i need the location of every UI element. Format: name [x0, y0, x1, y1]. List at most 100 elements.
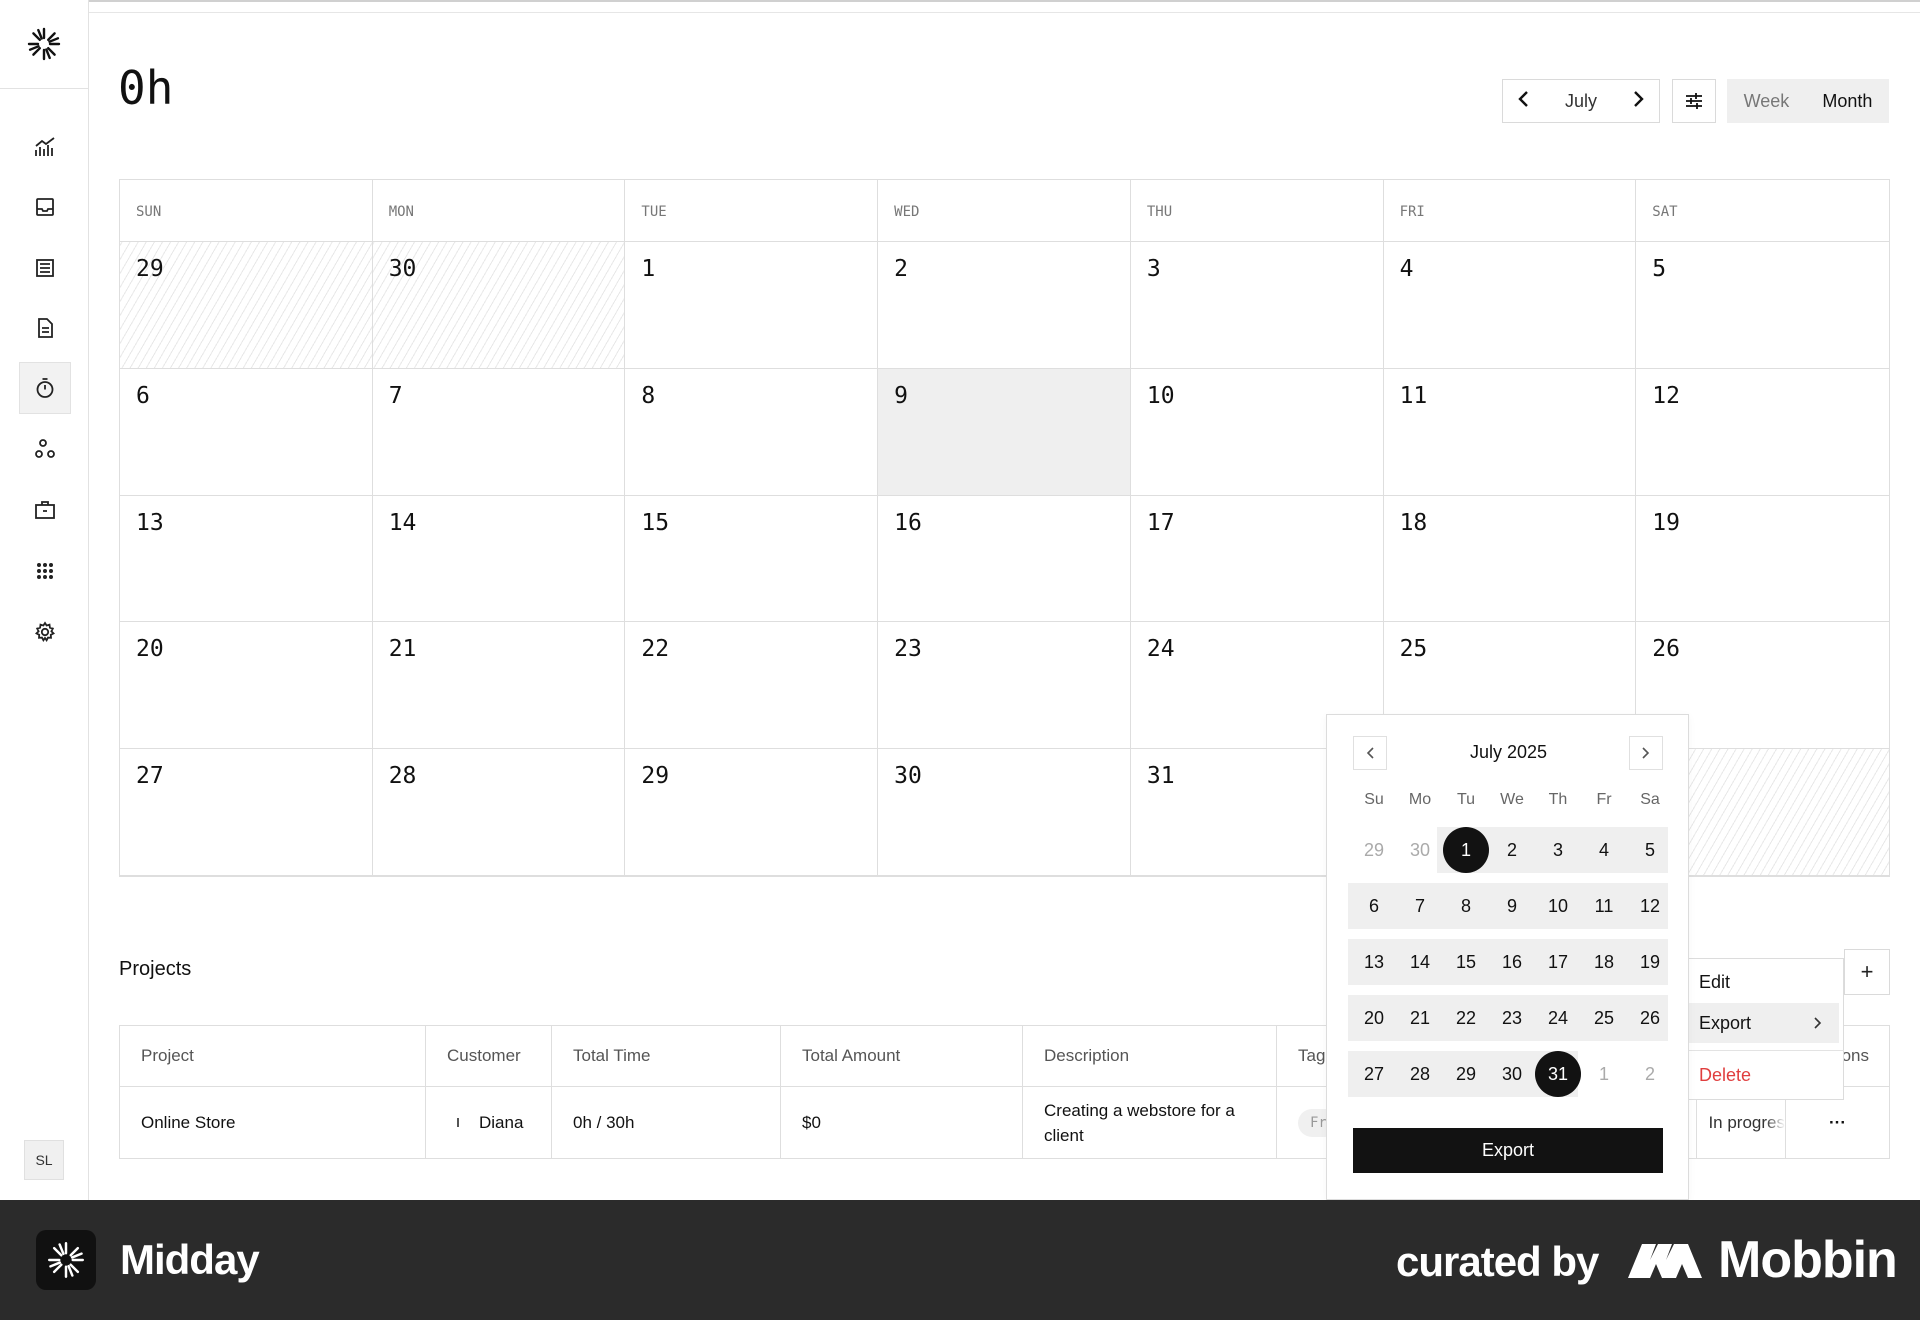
picker-weekday: Sa [1640, 791, 1660, 808]
picker-day[interactable]: 12 [1627, 883, 1673, 929]
sidebar-item-invoices[interactable] [19, 302, 71, 354]
calendar-day[interactable]: 3 [1130, 242, 1384, 369]
picker-day[interactable]: 22 [1443, 995, 1489, 1041]
calendar-day[interactable]: 16 [878, 495, 1131, 623]
calendar-day-outside[interactable]: 29 [120, 242, 373, 369]
picker-day[interactable]: 27 [1351, 1051, 1397, 1097]
picker-day[interactable]: 26 [1627, 995, 1673, 1041]
month-view-button[interactable]: Month [1822, 91, 1872, 112]
picker-day[interactable]: 8 [1443, 883, 1489, 929]
picker-day[interactable]: 9 [1489, 883, 1535, 929]
calendar-day[interactable]: 29 [625, 749, 879, 876]
calendar-day-number: 16 [894, 509, 922, 536]
picker-next-button[interactable] [1629, 736, 1663, 770]
menu-item-edit[interactable]: Edit [1689, 962, 1839, 1002]
app-logo[interactable] [0, 0, 88, 89]
picker-day-selected[interactable]: 31 [1535, 1051, 1581, 1097]
calendar-day[interactable]: 13 [120, 495, 373, 623]
sidebar: SL [0, 0, 89, 1200]
header-divider [89, 12, 1920, 13]
picker-day[interactable]: 20 [1351, 995, 1397, 1041]
calendar-day[interactable]: 15 [625, 495, 879, 623]
menu-item-export[interactable]: Export [1689, 1003, 1839, 1043]
column-header-customer[interactable]: Customer [426, 1026, 552, 1087]
calendar-day[interactable]: 17 [1130, 495, 1384, 623]
sidebar-item-tracker[interactable] [19, 362, 71, 414]
picker-day[interactable]: 1 [1581, 1051, 1627, 1097]
calendar-day[interactable]: 5 [1636, 242, 1889, 369]
picker-day[interactable]: 21 [1397, 995, 1443, 1041]
calendar-day[interactable]: 12 [1636, 369, 1889, 496]
sidebar-item-settings[interactable] [19, 606, 71, 658]
column-header-description[interactable]: Description [1023, 1026, 1277, 1087]
settings-filter-button[interactable] [1672, 79, 1716, 123]
picker-day[interactable]: 29 [1443, 1051, 1489, 1097]
picker-day[interactable]: 16 [1489, 939, 1535, 985]
calendar-day[interactable]: 20 [120, 622, 373, 750]
picker-day[interactable]: 15 [1443, 939, 1489, 985]
current-month: July [1564, 90, 1597, 111]
week-view-button[interactable]: Week [1744, 91, 1790, 112]
sidebar-item-inbox[interactable] [19, 181, 71, 233]
calendar-day[interactable]: 11 [1383, 368, 1637, 496]
picker-day[interactable]: 2 [1489, 827, 1535, 873]
sidebar-item-overview[interactable] [19, 121, 71, 173]
prev-month-button[interactable] [1517, 90, 1531, 113]
picker-day[interactable]: 25 [1581, 995, 1627, 1041]
calendar-day[interactable]: 18 [1383, 495, 1637, 623]
calendar-day-outside[interactable]: 30 [372, 242, 626, 369]
calendar-day[interactable]: 21 [372, 622, 626, 750]
picker-day[interactable]: 4 [1581, 827, 1627, 873]
picker-day[interactable]: 7 [1397, 883, 1443, 929]
calendar-day-number: 9 [894, 382, 908, 409]
calendar-day[interactable]: 7 [372, 368, 626, 496]
sidebar-item-transactions[interactable] [19, 242, 71, 294]
picker-day[interactable]: 24 [1535, 995, 1581, 1041]
picker-day-selected[interactable]: 1 [1443, 827, 1489, 873]
picker-day[interactable]: 13 [1351, 939, 1397, 985]
picker-day[interactable]: 23 [1489, 995, 1535, 1041]
picker-day[interactable]: 30 [1397, 827, 1443, 873]
sidebar-item-apps[interactable] [19, 545, 71, 597]
column-header-total-amount[interactable]: Total Amount [781, 1026, 1023, 1087]
calendar-day[interactable]: 19 [1636, 496, 1889, 623]
calendar-day[interactable]: 6 [120, 368, 373, 496]
calendar-day[interactable]: 27 [120, 749, 373, 876]
calendar-day[interactable]: 22 [625, 622, 879, 750]
calendar-day[interactable]: 30 [878, 749, 1131, 876]
export-button[interactable]: Export [1353, 1128, 1663, 1173]
picker-day[interactable]: 17 [1535, 939, 1581, 985]
calendar-day-number: 27 [136, 763, 164, 790]
picker-day[interactable]: 6 [1351, 883, 1397, 929]
user-avatar[interactable]: SL [24, 1140, 64, 1180]
calendar-day[interactable]: 9 [878, 368, 1131, 496]
picker-weekday: Mo [1408, 791, 1432, 808]
calendar-day[interactable]: 28 [372, 749, 626, 876]
picker-day[interactable]: 30 [1489, 1051, 1535, 1097]
picker-day[interactable]: 29 [1351, 827, 1397, 873]
picker-day[interactable]: 2 [1627, 1051, 1673, 1097]
column-header-total-time[interactable]: Total Time [552, 1026, 781, 1087]
calendar-day[interactable]: 8 [625, 368, 879, 496]
add-project-button[interactable]: + [1844, 949, 1890, 995]
calendar-day[interactable]: 2 [878, 242, 1131, 369]
picker-day[interactable]: 14 [1397, 939, 1443, 985]
chevron-right-icon [1634, 90, 1644, 107]
menu-item-delete[interactable]: Delete [1689, 1055, 1839, 1095]
picker-day[interactable]: 18 [1581, 939, 1627, 985]
picker-day[interactable]: 28 [1397, 1051, 1443, 1097]
calendar-day[interactable]: 23 [878, 622, 1131, 750]
column-header-project[interactable]: Project [120, 1026, 426, 1087]
sidebar-item-vault[interactable] [19, 484, 71, 536]
picker-day[interactable]: 10 [1535, 883, 1581, 929]
calendar-day[interactable]: 14 [372, 495, 626, 623]
picker-day[interactable]: 3 [1535, 827, 1581, 873]
sidebar-item-customers[interactable] [19, 423, 71, 475]
picker-day[interactable]: 19 [1627, 939, 1673, 985]
calendar-day[interactable]: 1 [625, 242, 879, 369]
calendar-day[interactable]: 4 [1383, 242, 1637, 369]
picker-day[interactable]: 5 [1627, 827, 1673, 873]
next-month-button[interactable] [1631, 90, 1645, 113]
calendar-day[interactable]: 10 [1130, 368, 1384, 496]
picker-day[interactable]: 11 [1581, 883, 1627, 929]
